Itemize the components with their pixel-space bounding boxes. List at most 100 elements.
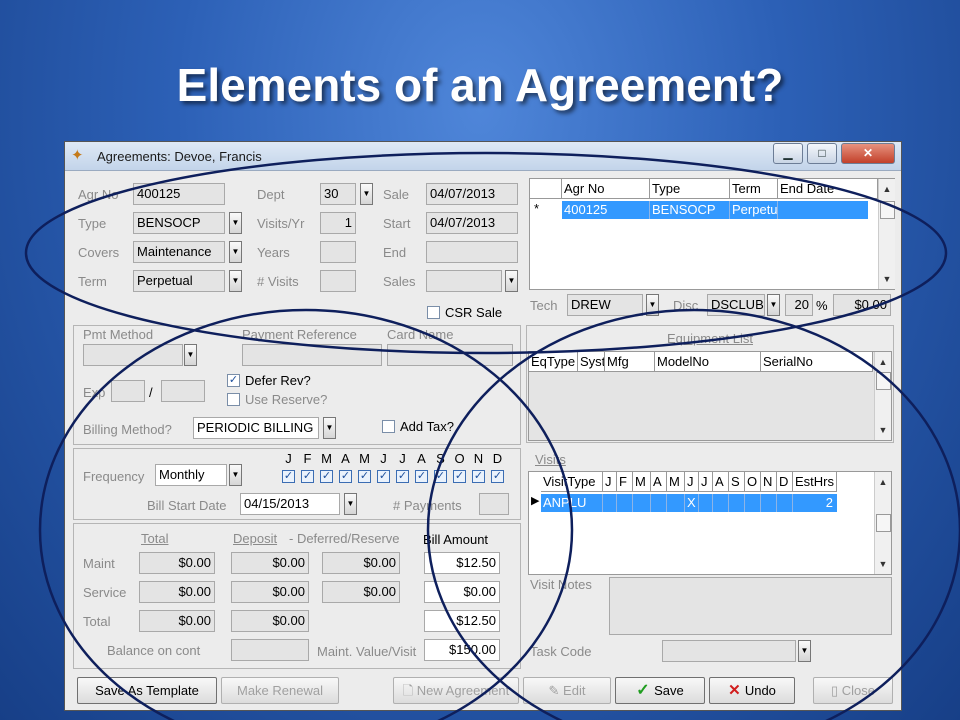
- month-checkbox[interactable]: ✓: [301, 470, 314, 483]
- col-header-end-date[interactable]: End Date: [778, 179, 878, 199]
- service-deferred-field[interactable]: $0.00: [322, 581, 400, 603]
- scroll-thumb[interactable]: [880, 201, 895, 219]
- month-checkbox[interactable]: ✓: [396, 470, 409, 483]
- agreements-grid[interactable]: Agr No Type Term End Date * 400125 BENSO…: [529, 178, 895, 290]
- undo-button[interactable]: ✕ Undo: [709, 677, 795, 704]
- sale-date-field[interactable]: 04/07/2013: [426, 183, 518, 205]
- month-checkbox[interactable]: ✓: [472, 470, 485, 483]
- visit-notes-field[interactable]: [609, 577, 892, 635]
- task-code-dropdown-icon[interactable]: ▼: [798, 640, 811, 662]
- num-visits-field[interactable]: [320, 270, 356, 292]
- pmt-method-field[interactable]: [83, 344, 183, 366]
- col-header-month[interactable]: J: [685, 472, 699, 492]
- scroll-down-icon[interactable]: ▼: [875, 422, 891, 438]
- maint-value-visit-field[interactable]: $150.00: [424, 639, 500, 661]
- col-header-esthrs[interactable]: EstHrs: [793, 472, 837, 492]
- maint-total-field[interactable]: $0.00: [139, 552, 215, 574]
- col-header-syst[interactable]: Syst: [578, 352, 605, 372]
- payments-field[interactable]: [479, 493, 509, 515]
- close-window-button[interactable]: ✕: [841, 143, 895, 164]
- col-header-month[interactable]: F: [617, 472, 633, 492]
- service-deposit-field[interactable]: $0.00: [231, 581, 309, 603]
- bill-start-dropdown-icon[interactable]: ▼: [344, 493, 357, 515]
- end-date-field[interactable]: [426, 241, 518, 263]
- type-field[interactable]: BENSOCP: [133, 212, 225, 234]
- month-checkbox[interactable]: ✓: [377, 470, 390, 483]
- col-header-month[interactable]: A: [713, 472, 729, 492]
- col-header-month[interactable]: A: [651, 472, 667, 492]
- start-date-field[interactable]: 04/07/2013: [426, 212, 518, 234]
- agr-no-field[interactable]: 400125: [133, 183, 225, 205]
- disc-field[interactable]: DSCLUB: [707, 294, 765, 316]
- equipment-grid[interactable]: EqType Syst Mfg ModelNo SerialNo ▲ ▼: [528, 351, 892, 441]
- col-header-month[interactable]: D: [777, 472, 793, 492]
- pmt-method-dropdown-icon[interactable]: ▼: [184, 344, 197, 366]
- years-field[interactable]: [320, 241, 356, 263]
- col-header-serialno[interactable]: SerialNo: [761, 352, 873, 372]
- use-reserve-checkbox[interactable]: [227, 393, 240, 406]
- save-button[interactable]: ✓ Save: [615, 677, 705, 704]
- disc-amount-field[interactable]: $0.00: [833, 294, 891, 316]
- minimize-button[interactable]: ▁: [773, 143, 803, 164]
- col-header-term[interactable]: Term: [730, 179, 778, 199]
- sales-dropdown-icon[interactable]: ▼: [505, 270, 518, 292]
- close-button[interactable]: ▯ Close: [813, 677, 893, 704]
- col-header-agr-no[interactable]: Agr No: [562, 179, 650, 199]
- csr-sale-checkbox[interactable]: [427, 306, 440, 319]
- edit-button[interactable]: ✎ Edit: [523, 677, 611, 704]
- scroll-down-icon[interactable]: ▼: [875, 556, 891, 572]
- month-checkbox[interactable]: ✓: [282, 470, 295, 483]
- scroll-up-icon[interactable]: ▲: [875, 354, 891, 370]
- maint-deferred-field[interactable]: $0.00: [322, 552, 400, 574]
- bill-start-date-field[interactable]: 04/15/2013: [240, 493, 340, 515]
- billing-method-dropdown-icon[interactable]: ▼: [323, 417, 336, 439]
- col-header-month[interactable]: M: [633, 472, 651, 492]
- col-header-month[interactable]: N: [761, 472, 777, 492]
- scroll-down-icon[interactable]: ▼: [879, 271, 895, 287]
- tech-field[interactable]: DREW: [567, 294, 643, 316]
- term-dropdown-icon[interactable]: ▼: [229, 270, 242, 292]
- billing-method-field[interactable]: PERIODIC BILLING: [193, 417, 319, 439]
- tech-dropdown-icon[interactable]: ▼: [646, 294, 659, 316]
- new-agreement-button[interactable]: 🗋 New Agreement: [393, 677, 519, 704]
- month-checkbox[interactable]: ✓: [415, 470, 428, 483]
- save-as-template-button[interactable]: Save As Template: [77, 677, 217, 704]
- col-header-month[interactable]: S: [729, 472, 745, 492]
- col-header-modelno[interactable]: ModelNo: [655, 352, 761, 372]
- dept-dropdown-icon[interactable]: ▼: [360, 183, 373, 205]
- card-name-field[interactable]: [387, 344, 513, 366]
- scroll-up-icon[interactable]: ▲: [875, 474, 891, 490]
- visits-grid[interactable]: VisitType J F M A M J J A S O N D EstHrs…: [528, 471, 892, 575]
- month-checkbox[interactable]: ✓: [434, 470, 447, 483]
- add-tax-checkbox[interactable]: [382, 420, 395, 433]
- col-header-month[interactable]: M: [667, 472, 685, 492]
- exp-month-field[interactable]: [111, 380, 145, 402]
- scroll-thumb[interactable]: [876, 372, 891, 390]
- disc-dropdown-icon[interactable]: ▼: [767, 294, 780, 316]
- type-dropdown-icon[interactable]: ▼: [229, 212, 242, 234]
- col-header-month[interactable]: J: [699, 472, 713, 492]
- visits-yr-field[interactable]: 1: [320, 212, 356, 234]
- maximize-button[interactable]: □: [807, 143, 837, 164]
- total-deposit-field[interactable]: $0.00: [231, 610, 309, 632]
- month-checkbox[interactable]: ✓: [453, 470, 466, 483]
- payment-reference-field[interactable]: [242, 344, 382, 366]
- agreements-scrollbar[interactable]: ▲ ▼: [878, 179, 895, 289]
- maint-bill-field[interactable]: $12.50: [424, 552, 500, 574]
- col-header-mfg[interactable]: Mfg: [605, 352, 655, 372]
- frequency-field[interactable]: Monthly: [155, 464, 227, 486]
- exp-year-field[interactable]: [161, 380, 205, 402]
- col-header-type[interactable]: Type: [650, 179, 730, 199]
- service-total-field[interactable]: $0.00: [139, 581, 215, 603]
- table-row[interactable]: ANPLU X 2: [541, 494, 837, 512]
- dept-field[interactable]: 30: [320, 183, 356, 205]
- month-checkbox[interactable]: ✓: [339, 470, 352, 483]
- equipment-scrollbar[interactable]: ▲ ▼: [874, 352, 891, 440]
- col-header-month[interactable]: O: [745, 472, 761, 492]
- maint-deposit-field[interactable]: $0.00: [231, 552, 309, 574]
- task-code-field[interactable]: [662, 640, 796, 662]
- scroll-thumb[interactable]: [876, 514, 891, 532]
- balance-field[interactable]: [231, 639, 309, 661]
- total-bill-field[interactable]: $12.50: [424, 610, 500, 632]
- month-checkbox[interactable]: ✓: [491, 470, 504, 483]
